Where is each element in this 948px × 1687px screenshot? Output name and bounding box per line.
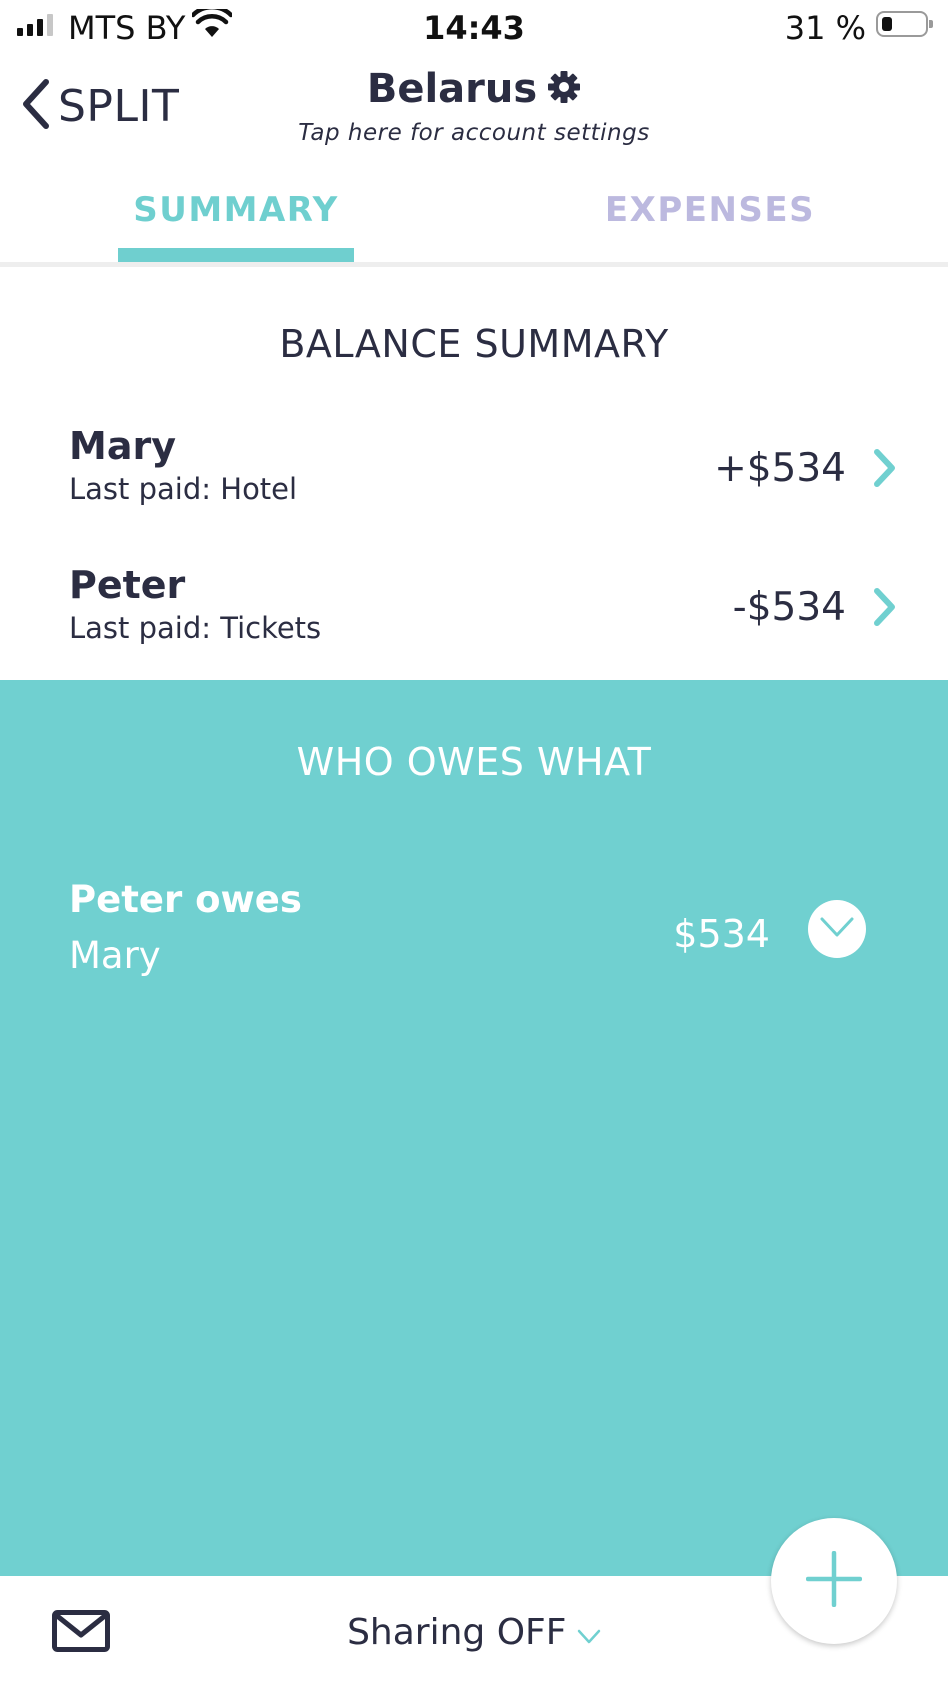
add-expense-button[interactable] bbox=[771, 1518, 897, 1644]
status-bar: MTS BY 14:43 31 % bbox=[0, 0, 948, 54]
active-tab-indicator bbox=[118, 248, 354, 262]
account-title: Belarus bbox=[366, 66, 538, 112]
who-owes-panel: WHO OWES WHAT Peter owes Mary $534 bbox=[0, 680, 948, 1576]
gear-icon bbox=[547, 70, 581, 109]
last-paid: Last paid: Hotel bbox=[69, 472, 298, 506]
creditor-name: Mary bbox=[69, 934, 161, 977]
member-name: Mary bbox=[69, 424, 176, 468]
balance-row-mary[interactable]: Mary Last paid: Hotel +$534 bbox=[0, 424, 948, 554]
plus-icon bbox=[805, 1550, 863, 1612]
who-owes-title: WHO OWES WHAT bbox=[296, 740, 652, 784]
chevron-right-icon bbox=[872, 448, 898, 493]
chevron-down-icon bbox=[819, 916, 855, 943]
expand-button[interactable] bbox=[808, 900, 866, 958]
tab-summary[interactable]: SUMMARY bbox=[118, 190, 354, 230]
member-name: Peter bbox=[69, 563, 186, 607]
battery-percentage: 31 % bbox=[784, 9, 866, 47]
tab-divider bbox=[0, 262, 948, 267]
chevron-right-icon bbox=[872, 587, 898, 632]
debtor-label: Peter owes bbox=[69, 878, 302, 921]
balance-amount: +$534 bbox=[714, 446, 846, 491]
battery-icon bbox=[876, 11, 933, 37]
balance-summary-title: BALANCE SUMMARY bbox=[279, 322, 669, 366]
balance-amount: -$534 bbox=[732, 585, 846, 630]
balance-row-peter[interactable]: Peter Last paid: Tickets -$534 bbox=[0, 563, 948, 693]
account-settings-hint: Tap here for account settings bbox=[298, 120, 650, 146]
owes-row: Peter owes Mary $534 bbox=[0, 878, 948, 988]
tab-expenses[interactable]: EXPENSES bbox=[590, 190, 830, 230]
tab-bar: SUMMARY EXPENSES bbox=[0, 180, 948, 262]
chevron-down-icon bbox=[577, 1629, 601, 1650]
last-paid: Last paid: Tickets bbox=[69, 611, 322, 645]
account-settings-header[interactable]: Belarus Tap here for account settings bbox=[0, 66, 948, 146]
owed-amount: $534 bbox=[673, 912, 770, 956]
sharing-label: Sharing OFF bbox=[347, 1612, 567, 1653]
